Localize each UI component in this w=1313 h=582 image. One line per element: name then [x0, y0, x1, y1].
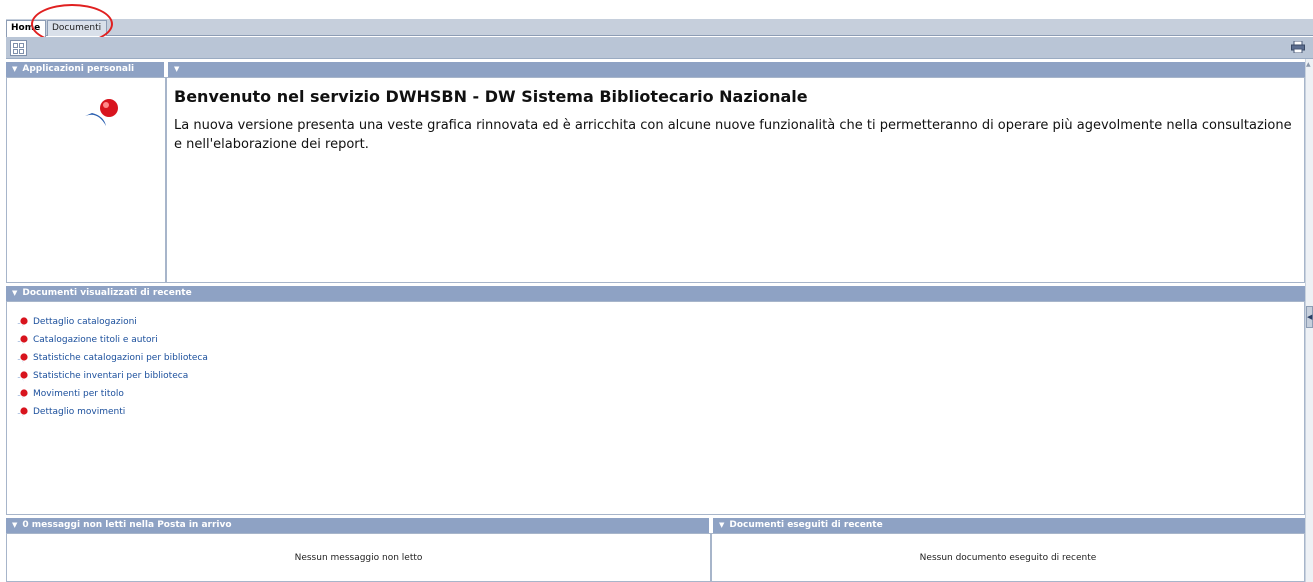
- list-item[interactable]: Statistiche inventari per biblioteca: [17, 367, 208, 385]
- personal-apps-panel: [6, 77, 166, 283]
- app-window: Home Documenti ▼ Applicazioni personali ▼…: [0, 0, 1313, 582]
- personal-apps-title: Applicazioni personali: [22, 64, 135, 74]
- toolbar: [6, 37, 1313, 59]
- welcome-header[interactable]: ▼: [168, 62, 1305, 77]
- collapse-triangle-icon[interactable]: ▼: [12, 289, 17, 297]
- doc-link[interactable]: Catalogazione titoli e autori: [33, 335, 158, 345]
- document-icon: [17, 316, 28, 328]
- collapse-triangle-icon[interactable]: ▼: [12, 65, 17, 73]
- collapse-triangle-icon[interactable]: ▼: [12, 521, 17, 529]
- doc-link[interactable]: Dettaglio movimenti: [33, 407, 125, 417]
- recent-run-title: Documenti eseguiti di recente: [729, 520, 883, 530]
- collapse-triangle-icon[interactable]: ▼: [174, 65, 179, 73]
- document-icon: [17, 388, 28, 400]
- app-logo-icon: [85, 99, 118, 126]
- doc-link[interactable]: Statistiche catalogazioni per biblioteca: [33, 353, 208, 363]
- welcome-text: La nuova versione presenta una veste gra…: [174, 118, 1292, 152]
- list-item[interactable]: Movimenti per titolo: [17, 385, 208, 403]
- collapse-side-icon[interactable]: ◀: [1306, 306, 1313, 328]
- recent-docs-header[interactable]: ▼ Documenti visualizzati di recente: [6, 286, 1305, 301]
- tab-bar: Home Documenti: [6, 19, 1313, 37]
- scroll-up-icon[interactable]: ▲: [1306, 61, 1311, 68]
- welcome-panel: [166, 77, 1305, 283]
- list-item[interactable]: Catalogazione titoli e autori: [17, 331, 208, 349]
- recent-docs-list: Dettaglio catalogazioni Catalogazione ti…: [17, 313, 208, 421]
- inbox-header[interactable]: ▼ 0 messaggi non letti nella Posta in arr…: [6, 518, 709, 533]
- doc-link[interactable]: Statistiche inventari per biblioteca: [33, 371, 188, 381]
- list-item[interactable]: Dettaglio catalogazioni: [17, 313, 208, 331]
- list-item[interactable]: Dettaglio movimenti: [17, 403, 208, 421]
- document-icon: [17, 352, 28, 364]
- document-icon: [17, 370, 28, 382]
- inbox-title: 0 messaggi non letti nella Posta in arri…: [22, 520, 232, 530]
- inbox-empty-message: Nessun messaggio non letto: [294, 553, 423, 563]
- document-icon: [17, 334, 28, 346]
- recent-run-header[interactable]: ▼ Documenti eseguiti di recente: [713, 518, 1305, 533]
- list-item[interactable]: Statistiche catalogazioni per biblioteca: [17, 349, 208, 367]
- grid-view-icon[interactable]: [10, 40, 27, 56]
- welcome-title: Benvenuto nel servizio DWHSBN - DW Siste…: [174, 87, 808, 106]
- doc-link[interactable]: Dettaglio catalogazioni: [33, 317, 137, 327]
- doc-link[interactable]: Movimenti per titolo: [33, 389, 124, 399]
- recent-run-empty-message: Nessun documento eseguito di recente: [919, 553, 1097, 563]
- personal-apps-header[interactable]: ▼ Applicazioni personali: [6, 62, 164, 77]
- print-icon[interactable]: [1291, 41, 1305, 53]
- collapse-triangle-icon[interactable]: ▼: [719, 521, 724, 529]
- document-icon: [17, 406, 28, 418]
- recent-docs-title: Documenti visualizzati di recente: [22, 288, 192, 298]
